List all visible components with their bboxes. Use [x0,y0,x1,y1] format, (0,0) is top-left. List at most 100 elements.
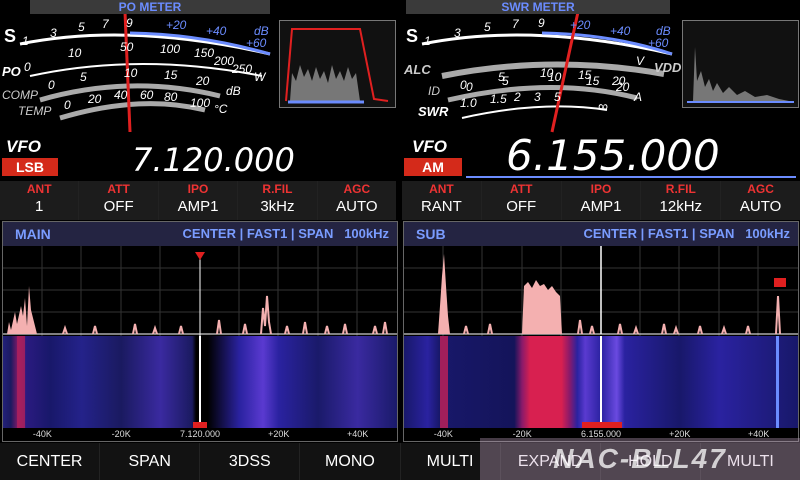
main-att-value: OFF [103,198,134,215]
comp-label: COMP [2,88,38,102]
id-tick-15: 15 [586,74,600,88]
sub-rfil-title: R.FIL [665,182,696,196]
sub-mode-badge[interactable]: AM [404,158,462,176]
main-rfil-cell[interactable]: R.FIL 3kHz [238,181,318,220]
po-s-tick-20: +20 [166,18,187,32]
swr-tick-1-0: 1.0 [460,96,477,110]
swr-tick-1-5: 1.5 [490,92,507,106]
sub-agc-value: AUTO [739,198,782,215]
temp-label: TEMP [18,104,52,118]
po-tick-250: 250 [232,62,253,76]
comp-tick-0: 0 [48,78,55,92]
swr-tick-2: 2 [514,90,521,104]
swr-s-tick-1: 1 [424,34,431,48]
temp-tick-100: 100 [190,96,211,110]
po-tick-50: 50 [120,40,134,54]
po-s-tick-5: 5 [78,20,85,34]
comp-tick-20: 20 [196,74,210,88]
swr-label: SWR [418,104,449,119]
swr-tick-5: 5 [554,90,561,104]
id-label: ID [428,84,440,98]
sub-scope-span: 100kHz [745,226,790,241]
id-tick-10: 10 [548,70,562,84]
main-agc-cell[interactable]: AGC AUTO [317,181,397,220]
sub-frequency[interactable]: 6.155.000 [506,132,720,180]
main-agc-title: AGC [343,182,371,196]
main-spectrum-scope[interactable]: MAIN CENTER | FAST1 | SPAN 100kHz -40K -… [2,221,398,442]
sub-axis-m40k: -40K [433,429,453,439]
swr-db-label: dB [656,24,671,38]
main-att-title: ATT [107,182,130,196]
sub-scope-name: SUB [416,226,446,242]
sub-waterfall [404,336,798,428]
po-db-label: dB [254,24,269,38]
main-frequency[interactable]: 7.120.000 [132,140,295,180]
sub-scope-header: SUB CENTER | FAST1 | SPAN 100kHz [404,222,798,246]
sub-att-title: ATT [509,182,533,196]
swr-s-tick-9: 9 [538,16,545,30]
temp-tick-80: 80 [164,90,178,104]
mono-button[interactable]: MONO [300,443,401,480]
swr-tick-inf: ∞ [598,98,608,114]
swr-s-label: S [406,26,419,46]
main-scope-name: MAIN [15,226,51,242]
span-button[interactable]: SPAN [100,443,201,480]
main-waterfall-overlay [17,336,207,428]
swr-s-tick-60: +60 [648,36,669,50]
po-unit: W [254,70,266,84]
sub-agc-title: AGC [747,182,774,196]
sub-ant-value: RANT [420,198,462,215]
main-agc-value: AUTO [336,198,378,215]
swr-s-tick-3: 3 [454,26,461,40]
id-tick-5: 5 [502,74,509,88]
main-att-cell[interactable]: ATT OFF [79,181,159,220]
main-mode-badge[interactable]: LSB [2,158,58,176]
main-ipo-cell[interactable]: IPO AMP1 [158,181,239,220]
sub-att-value: OFF [506,198,537,215]
alc-label: ALC [404,62,431,77]
main-waterfall [3,336,397,428]
sub-spectrum-scope[interactable]: SUB CENTER | FAST1 | SPAN 100kHz -40K -2… [403,221,799,442]
po-meter: S 1 3 5 7 9 +20 +40 +60 dB PO 0 10 50 10… [0,11,278,134]
swr-s-tick-20: +20 [570,18,591,32]
sub-agc-cell[interactable]: AGC AUTO [721,181,800,220]
comp-unit: dB [226,84,241,98]
sub-scope-mode: CENTER [583,226,637,241]
main-vfo-label: VFO [6,137,41,156]
sub-rfil-cell[interactable]: R.FIL 12kHz [641,181,722,220]
main-ant-cell[interactable]: ANT 1 [0,181,80,220]
main-spectrum-display [3,246,397,336]
po-s-tick-1: 1 [22,34,29,48]
temp-tick-20: 20 [88,92,102,106]
sub-ipo-cell[interactable]: IPO AMP1 [561,181,642,220]
swr-s-tick-40: +40 [610,24,631,38]
main-ipo-title: IPO [187,182,209,196]
sub-spectrum-display [404,246,798,336]
sub-scope-speed: FAST1 [647,226,689,241]
main-rfil-title: R.FIL [262,182,293,196]
po-tick-100: 100 [160,42,181,56]
sub-ant-cell[interactable]: ANT RANT [402,181,482,220]
rx-monitor-scope [682,20,799,108]
main-rfil-value: 3kHz [260,198,295,215]
main-ipo-value: AMP1 [177,198,219,215]
po-s-tick-9: 9 [126,16,133,30]
sub-att-cell[interactable]: ATT OFF [481,181,562,220]
po-meter-title: PO METER [30,0,270,14]
id-tick-20: 20 [616,80,630,94]
swr-s-tick-7: 7 [512,17,519,31]
sub-scope-info: CENTER | FAST1 | SPAN 100kHz [583,226,790,241]
comp-tick-5: 5 [80,70,87,84]
3dss-button[interactable]: 3DSS [200,443,301,480]
sub-vfo-label: VFO [412,137,447,156]
center-button[interactable]: CENTER [0,443,101,480]
swr-s-tick-5: 5 [484,20,491,34]
main-axis-p40k: +40K [346,429,369,439]
temp-unit: °C [214,102,228,116]
main-scope-span-label: SPAN [298,226,334,241]
sub-scope-span-label: SPAN [699,226,735,241]
sub-rfil-value: 12kHz [659,198,703,215]
po-s-label: S [4,26,17,46]
main-scope-mode: CENTER [182,226,236,241]
swr-meter-title: SWR METER [406,0,670,14]
